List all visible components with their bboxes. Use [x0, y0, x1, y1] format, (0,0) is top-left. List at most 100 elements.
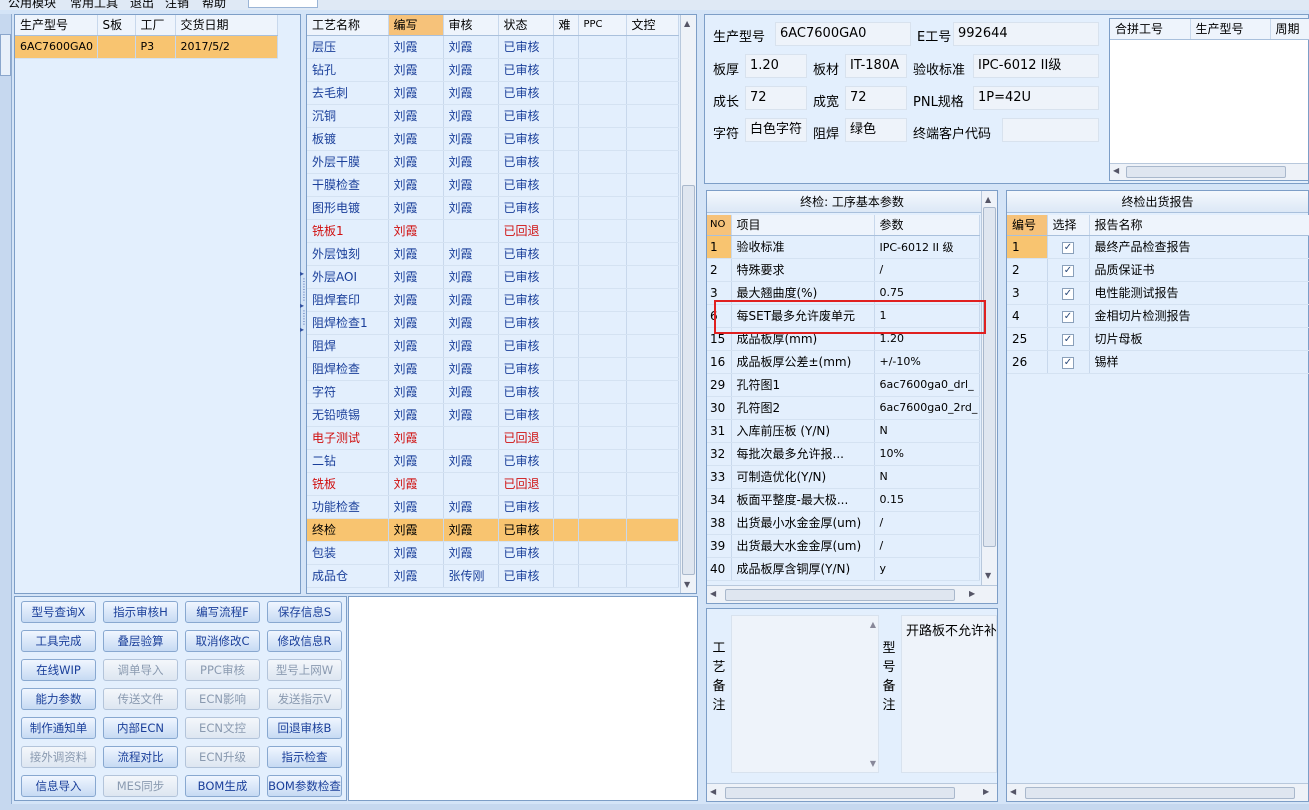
- action-button-22[interactable]: ECN升级: [185, 746, 260, 768]
- scroll-thumb[interactable]: [682, 185, 695, 575]
- col-no[interactable]: NO: [707, 215, 732, 236]
- checkbox-checked-icon[interactable]: ✓: [1062, 242, 1074, 254]
- action-button-25[interactable]: MES同步: [103, 775, 178, 797]
- table-row[interactable]: 2 ✓ 品质保证书: [1007, 258, 1309, 282]
- scroll-left-icon[interactable]: ◀: [710, 787, 716, 796]
- col-status[interactable]: 状态: [498, 15, 554, 36]
- table-row[interactable]: 40 成品板厚含铜厚(Y/N) y: [707, 557, 980, 581]
- table-row[interactable]: 沉铜 刘霞 刘霞 已审核: [307, 104, 679, 128]
- notes-hscrollbar[interactable]: ◀ ▶: [707, 783, 997, 801]
- action-button-3[interactable]: 保存信息S: [267, 601, 342, 623]
- col-merge-period[interactable]: 周期: [1270, 19, 1309, 40]
- col-doc-control[interactable]: 文控: [626, 15, 679, 36]
- table-row[interactable]: 包装 刘霞 刘霞 已审核: [307, 541, 679, 565]
- action-button-8[interactable]: 在线WIP: [21, 659, 96, 681]
- e-no-field[interactable]: 992644: [953, 22, 1099, 46]
- checkbox-checked-icon[interactable]: ✓: [1062, 334, 1074, 346]
- scroll-up-icon[interactable]: ▲: [684, 19, 690, 28]
- table-row[interactable]: 阻焊检查 刘霞 刘霞 已审核: [307, 357, 679, 381]
- scroll-thumb[interactable]: [1025, 787, 1295, 799]
- table-row[interactable]: 铣板 刘霞 已回退: [307, 472, 679, 496]
- scroll-right-icon[interactable]: ▶: [969, 589, 975, 598]
- solder-mask-field[interactable]: 绿色: [845, 118, 907, 142]
- checkbox-checked-icon[interactable]: ✓: [1062, 288, 1074, 300]
- table-row[interactable]: 38 出货最小水金金厚(um) /: [707, 511, 980, 535]
- thickness-field[interactable]: 1.20: [745, 54, 807, 78]
- table-row[interactable]: 电子测试 刘霞 已回退: [307, 426, 679, 450]
- action-button-9[interactable]: 调单导入: [103, 659, 178, 681]
- col-writer[interactable]: 编写: [388, 15, 444, 36]
- col-delivery-date[interactable]: 交货日期: [175, 15, 278, 36]
- table-row[interactable]: 层压 刘霞 刘霞 已审核: [307, 35, 679, 59]
- action-button-21[interactable]: 流程对比: [103, 746, 178, 768]
- scroll-left-icon[interactable]: ◀: [1010, 787, 1016, 796]
- col-report-name[interactable]: 报告名称: [1089, 215, 1309, 236]
- scroll-down-icon[interactable]: ▼: [985, 571, 991, 580]
- col-difficulty[interactable]: 难: [553, 15, 579, 36]
- table-row[interactable]: 1 验收标准 IPC-6012 II 级: [707, 235, 980, 259]
- dock-tab[interactable]: [0, 34, 11, 76]
- action-button-6[interactable]: 取消修改C: [185, 630, 260, 652]
- col-s-board[interactable]: S板: [97, 15, 136, 36]
- table-row[interactable]: 干膜检查 刘霞 刘霞 已审核: [307, 173, 679, 197]
- menu-item-help[interactable]: 帮助: [202, 0, 226, 10]
- table-row[interactable]: 铣板1 刘霞 已回退: [307, 219, 679, 243]
- report-hscrollbar[interactable]: ◀: [1007, 783, 1308, 801]
- table-row[interactable]: 1 ✓ 最终产品检查报告: [1007, 235, 1309, 259]
- process-note-field[interactable]: ▲ ▼: [731, 615, 879, 773]
- col-process-name[interactable]: 工艺名称: [307, 15, 389, 36]
- table-row[interactable]: 16 成品板厚公差±(mm) +/-10%: [707, 350, 980, 374]
- process-scrollbar[interactable]: ▲ ▼: [680, 15, 696, 593]
- action-button-20[interactable]: 接外调资料: [21, 746, 96, 768]
- action-button-1[interactable]: 指示审核H: [103, 601, 178, 623]
- params-vscrollbar[interactable]: ▲ ▼: [981, 191, 997, 585]
- col-merge-no[interactable]: 合拼工号: [1110, 19, 1191, 40]
- col-model[interactable]: 生产型号: [15, 15, 98, 36]
- action-button-14[interactable]: ECN影响: [185, 688, 260, 710]
- table-row[interactable]: 3 ✓ 电性能测试报告: [1007, 281, 1309, 305]
- standard-field[interactable]: IPC-6012 II级: [973, 54, 1099, 78]
- menu-combo[interactable]: [248, 0, 318, 8]
- length-field[interactable]: 72: [745, 86, 807, 110]
- scroll-down-icon[interactable]: ▼: [684, 580, 690, 589]
- table-row[interactable]: 图形电镀 刘霞 刘霞 已审核: [307, 196, 679, 220]
- action-button-0[interactable]: 型号查询X: [21, 601, 96, 623]
- action-button-7[interactable]: 修改信息R: [267, 630, 342, 652]
- table-row[interactable]: 25 ✓ 切片母板: [1007, 327, 1309, 351]
- action-button-2[interactable]: 编写流程F: [185, 601, 260, 623]
- action-button-18[interactable]: ECN文控: [185, 717, 260, 739]
- action-button-10[interactable]: PPC审核: [185, 659, 260, 681]
- scroll-thumb[interactable]: [1126, 166, 1286, 178]
- col-report-no[interactable]: 编号: [1007, 215, 1048, 236]
- table-row[interactable]: 二钻 刘霞 刘霞 已审核: [307, 449, 679, 473]
- action-button-4[interactable]: 工具完成: [21, 630, 96, 652]
- table-row[interactable]: 外层蚀刻 刘霞 刘霞 已审核: [307, 242, 679, 266]
- merge-hscrollbar[interactable]: ◀: [1110, 163, 1308, 180]
- table-row[interactable]: 字符 刘霞 刘霞 已审核: [307, 380, 679, 404]
- table-row[interactable]: 外层AOI 刘霞 刘霞 已审核: [307, 265, 679, 289]
- action-button-16[interactable]: 制作通知单: [21, 717, 96, 739]
- action-button-19[interactable]: 回退审核B: [267, 717, 342, 739]
- checkbox-checked-icon[interactable]: ✓: [1062, 265, 1074, 277]
- col-merge-model[interactable]: 生产型号: [1190, 19, 1271, 40]
- scroll-thumb[interactable]: [725, 787, 955, 799]
- scroll-thumb[interactable]: [725, 589, 955, 601]
- pnl-field[interactable]: 1P=42U: [973, 86, 1099, 110]
- scroll-left-icon[interactable]: ◀: [1113, 166, 1119, 175]
- action-button-23[interactable]: 指示检查: [267, 746, 342, 768]
- table-row[interactable]: 26 ✓ 锡样: [1007, 350, 1309, 374]
- checkbox-checked-icon[interactable]: ✓: [1062, 357, 1074, 369]
- table-row[interactable]: 阻焊套印 刘霞 刘霞 已审核: [307, 288, 679, 312]
- action-button-24[interactable]: 信息导入: [21, 775, 96, 797]
- table-row[interactable]: 功能检查 刘霞 刘霞 已审核: [307, 495, 679, 519]
- col-ppc[interactable]: PPC: [578, 15, 627, 36]
- table-row[interactable]: 30 孔符图2 6ac7600ga0_2rd_: [707, 396, 980, 420]
- scroll-down-icon[interactable]: ▼: [870, 759, 876, 768]
- material-field[interactable]: IT-180A: [845, 54, 907, 78]
- model-note-field[interactable]: 开路板不允许补: [901, 615, 997, 773]
- table-row[interactable]: 32 每批次最多允许报... 10%: [707, 442, 980, 466]
- character-field[interactable]: 白色字符: [745, 118, 807, 142]
- action-button-12[interactable]: 能力参数: [21, 688, 96, 710]
- scroll-up-icon[interactable]: ▲: [985, 195, 991, 204]
- scroll-thumb[interactable]: [983, 207, 996, 547]
